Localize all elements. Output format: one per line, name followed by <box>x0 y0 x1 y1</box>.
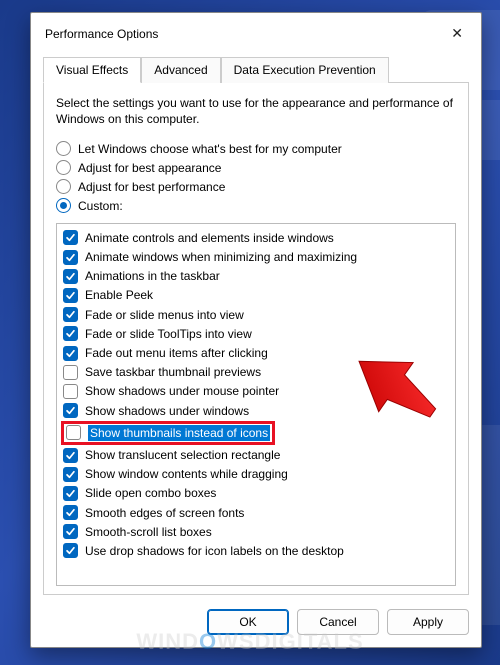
tab-visual-effects[interactable]: Visual Effects <box>43 57 141 83</box>
radio-label: Custom: <box>78 199 123 213</box>
radio-icon[interactable] <box>56 160 71 175</box>
checkbox-icon[interactable] <box>63 448 78 463</box>
list-item[interactable]: Animate controls and elements inside win… <box>59 228 453 247</box>
list-item[interactable]: Show shadows under mouse pointer <box>59 382 453 401</box>
radio-icon[interactable] <box>56 141 71 156</box>
checkbox-label: Smooth-scroll list boxes <box>85 524 212 540</box>
list-item[interactable]: Show shadows under windows <box>59 401 453 420</box>
checkbox-icon[interactable] <box>63 307 78 322</box>
checkbox-label: Fade or slide menus into view <box>85 307 244 323</box>
checkbox-icon[interactable] <box>63 288 78 303</box>
checkbox-label: Slide open combo boxes <box>85 485 216 501</box>
checkbox-label: Smooth edges of screen fonts <box>85 505 244 521</box>
apply-button[interactable]: Apply <box>387 609 469 635</box>
radio-option[interactable]: Adjust for best appearance <box>56 160 456 175</box>
checkbox-label: Fade or slide ToolTips into view <box>85 326 252 342</box>
checkbox-label: Animate controls and elements inside win… <box>85 230 334 246</box>
list-item[interactable]: Fade or slide menus into view <box>59 305 453 324</box>
close-icon[interactable]: ✕ <box>445 23 469 44</box>
watermark: WINDOWSDIGITALS <box>136 629 363 655</box>
checkbox-label: Fade out menu items after clicking <box>85 345 268 361</box>
checkbox-icon[interactable] <box>63 326 78 341</box>
tabstrip: Visual Effects Advanced Data Execution P… <box>43 56 469 82</box>
list-item[interactable]: Fade out menu items after clicking <box>59 344 453 363</box>
radio-option[interactable]: Let Windows choose what's best for my co… <box>56 141 456 156</box>
checkbox-label: Show shadows under windows <box>85 403 249 419</box>
list-item[interactable]: Save taskbar thumbnail previews <box>59 363 453 382</box>
checkbox-label: Animations in the taskbar <box>85 268 220 284</box>
visual-effects-listbox[interactable]: Animate controls and elements inside win… <box>56 223 456 586</box>
checkbox-icon[interactable] <box>63 250 78 265</box>
checkbox-label: Save taskbar thumbnail previews <box>85 364 261 380</box>
list-item[interactable]: Animate windows when minimizing and maxi… <box>59 248 453 267</box>
radio-label: Let Windows choose what's best for my co… <box>78 142 342 156</box>
checkbox-label: Use drop shadows for icon labels on the … <box>85 543 344 559</box>
checkbox-label: Show shadows under mouse pointer <box>85 383 279 399</box>
list-item[interactable]: Animations in the taskbar <box>59 267 453 286</box>
list-item[interactable]: Use drop shadows for icon labels on the … <box>59 541 453 560</box>
list-item[interactable]: Show window contents while dragging <box>59 465 453 484</box>
checkbox-icon[interactable] <box>63 486 78 501</box>
window-title: Performance Options <box>45 27 158 41</box>
radio-label: Adjust for best performance <box>78 180 225 194</box>
checkbox-icon[interactable] <box>63 346 78 361</box>
list-item[interactable]: Fade or slide ToolTips into view <box>59 324 453 343</box>
list-item[interactable]: Smooth-scroll list boxes <box>59 522 453 541</box>
highlighted-option: Show thumbnails instead of icons <box>61 421 275 445</box>
checkbox-icon[interactable] <box>63 403 78 418</box>
checkbox-icon[interactable] <box>66 425 81 440</box>
checkbox-icon[interactable] <box>63 524 78 539</box>
performance-options-dialog: Performance Options ✕ Visual Effects Adv… <box>30 12 482 648</box>
checkbox-label: Show thumbnails instead of icons <box>88 425 270 441</box>
radio-option[interactable]: Custom: <box>56 198 456 213</box>
checkbox-icon[interactable] <box>63 543 78 558</box>
checkbox-icon[interactable] <box>63 467 78 482</box>
checkbox-icon[interactable] <box>63 384 78 399</box>
checkbox-label: Show translucent selection rectangle <box>85 447 280 463</box>
titlebar: Performance Options ✕ <box>31 13 481 54</box>
radio-icon[interactable] <box>56 198 71 213</box>
panel-description: Select the settings you want to use for … <box>56 95 456 127</box>
checkbox-label: Enable Peek <box>85 287 153 303</box>
tab-dep[interactable]: Data Execution Prevention <box>221 57 389 83</box>
list-item[interactable]: Show thumbnails instead of icons <box>59 420 453 445</box>
list-item[interactable]: Enable Peek <box>59 286 453 305</box>
checkbox-icon[interactable] <box>63 269 78 284</box>
list-item[interactable]: Slide open combo boxes <box>59 484 453 503</box>
list-item[interactable]: Smooth edges of screen fonts <box>59 503 453 522</box>
radio-option[interactable]: Adjust for best performance <box>56 179 456 194</box>
list-item[interactable]: Show translucent selection rectangle <box>59 445 453 464</box>
radio-icon[interactable] <box>56 179 71 194</box>
checkbox-label: Show window contents while dragging <box>85 466 288 482</box>
radio-label: Adjust for best appearance <box>78 161 221 175</box>
tab-advanced[interactable]: Advanced <box>141 57 220 83</box>
tab-panel-visual-effects: Select the settings you want to use for … <box>43 82 469 595</box>
checkbox-icon[interactable] <box>63 505 78 520</box>
checkbox-icon[interactable] <box>63 230 78 245</box>
checkbox-label: Animate windows when minimizing and maxi… <box>85 249 357 265</box>
checkbox-icon[interactable] <box>63 365 78 380</box>
